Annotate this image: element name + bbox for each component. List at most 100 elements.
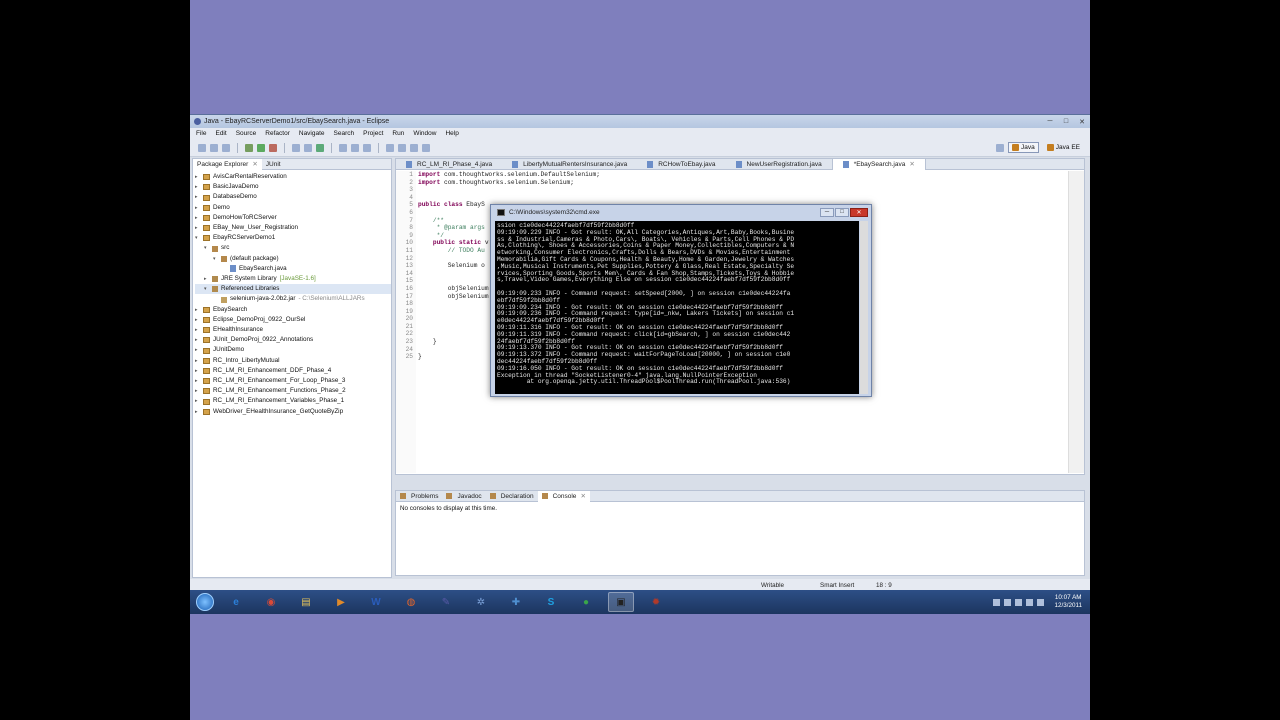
tab-declaration[interactable]: Declaration <box>486 491 538 502</box>
expand-toggle-icon[interactable]: ▸ <box>195 396 203 406</box>
show-hidden-icons-icon[interactable] <box>993 598 1001 606</box>
expand-toggle-icon[interactable]: ▸ <box>195 305 203 315</box>
expand-toggle-icon[interactable]: ▸ <box>195 223 203 233</box>
tree-item[interactable]: ▸ AvisCarRentalReservation <box>195 172 391 182</box>
volume-icon[interactable] <box>1037 598 1045 606</box>
new-class-icon[interactable] <box>316 143 324 152</box>
tree-item[interactable]: ▸ EbaySearch <box>195 305 391 315</box>
tree-item[interactable]: ▾ EbayRCServerDemo1 <box>195 233 391 243</box>
tree-item[interactable]: ▾ src <box>195 243 391 253</box>
expand-toggle-icon[interactable]: ▾ <box>204 243 212 253</box>
close-icon[interactable]: ✕ <box>909 160 914 168</box>
tree-item[interactable]: ▸ RC_LM_RI_Enhancement_Functions_Phase_2 <box>195 386 391 396</box>
toggle-mark-icon[interactable] <box>363 143 371 152</box>
expand-toggle-icon[interactable]: ▸ <box>195 386 203 396</box>
menu-project[interactable]: Project <box>363 130 383 137</box>
tree-item[interactable]: ▸ Eclipse_DemoProj_0922_OurSel <box>195 315 391 325</box>
cmd-console-output[interactable]: ssion c1e0dec44224faebf7df59f2bb8d0ff 09:… <box>495 221 859 394</box>
expand-toggle-icon[interactable]: ▸ <box>195 345 203 355</box>
tab-problems[interactable]: Problems <box>396 491 442 502</box>
menu-source[interactable]: Source <box>236 130 257 137</box>
network-icon[interactable]: ✲ <box>468 592 494 612</box>
save-icon[interactable] <box>210 143 218 152</box>
expand-toggle-icon[interactable]: ▾ <box>213 254 221 264</box>
editor-tab[interactable]: LibertyMutualRentersInsurance.java <box>502 159 637 170</box>
tools-icon[interactable]: ✚ <box>503 592 529 612</box>
menu-refactor[interactable]: Refactor <box>265 130 290 137</box>
minimize-button[interactable]: ─ <box>1042 117 1058 127</box>
flag-icon[interactable] <box>1004 598 1012 606</box>
menu-help[interactable]: Help <box>445 130 458 137</box>
window-titlebar[interactable]: Java - EbayRCServerDemo1/src/EbaySearch.… <box>190 115 1090 128</box>
cmd-close-button[interactable]: ✕ <box>850 207 868 217</box>
expand-toggle-icon[interactable]: ▸ <box>195 203 203 213</box>
previous-annotation-icon[interactable] <box>398 143 406 152</box>
network-tray-icon[interactable] <box>1026 598 1034 606</box>
tab-package-explorer[interactable]: Package Explorer ✕ <box>193 158 262 170</box>
expand-toggle-icon[interactable]: ▾ <box>204 284 212 294</box>
java-ee-perspective[interactable]: Java EE <box>1043 142 1084 153</box>
expand-toggle-icon[interactable]: ▸ <box>195 366 203 376</box>
close-icon[interactable]: ✕ <box>580 492 585 500</box>
expand-toggle-icon[interactable]: ▾ <box>195 233 203 243</box>
open-perspective-icon[interactable] <box>996 143 1005 152</box>
menu-search[interactable]: Search <box>334 130 355 137</box>
explorer-folder-icon[interactable]: ▤ <box>293 592 319 612</box>
editor-tab[interactable]: *EbaySearch.java ✕ <box>831 158 926 170</box>
tree-item[interactable]: ▸ Demo <box>195 203 391 213</box>
tree-item[interactable]: ▸ JUnit_DemoProj_0922_Annotations <box>195 335 391 345</box>
tree-item[interactable]: ▸ RC_Intro_LibertyMutual <box>195 356 391 366</box>
start-button[interactable] <box>196 593 214 611</box>
cmd-titlebar[interactable]: C:\Windows\system32\cmd.exe ─ □ ✕ <box>491 205 871 219</box>
menu-navigate[interactable]: Navigate <box>299 130 325 137</box>
expand-toggle-icon[interactable]: ▸ <box>195 407 203 417</box>
tab-console[interactable]: Console ✕ <box>537 490 590 502</box>
expand-toggle-icon[interactable]: ▸ <box>204 274 212 284</box>
skype-icon[interactable]: S <box>538 592 564 612</box>
forward-icon[interactable] <box>422 143 430 152</box>
expand-toggle-icon[interactable]: ▸ <box>195 376 203 386</box>
editor-tab[interactable]: RCHowToEbay.java <box>637 159 725 170</box>
cmd-icon[interactable]: ▣ <box>608 592 634 612</box>
maximize-button[interactable]: □ <box>1058 117 1074 127</box>
tree-item[interactable]: ▸ EBay_New_User_Registration <box>195 223 391 233</box>
ie-icon[interactable]: e <box>223 592 249 612</box>
expand-toggle-icon[interactable]: ▸ <box>195 356 203 366</box>
java-perspective[interactable]: Java <box>1008 142 1039 153</box>
tab-junit[interactable]: JUnit <box>262 159 285 170</box>
tab-javadoc[interactable]: Javadoc <box>442 491 485 502</box>
tree-item[interactable]: ▸ DemoHowToRCServer <box>195 213 391 223</box>
expand-toggle-icon[interactable]: ▸ <box>195 192 203 202</box>
debug-icon[interactable] <box>245 143 253 152</box>
tree-item[interactable]: ▸ RC_LM_RI_Enhancement_DDF_Phase_4 <box>195 366 391 376</box>
tree-item[interactable]: ▸ EHealthInsurance <box>195 325 391 335</box>
next-annotation-icon[interactable] <box>386 143 394 152</box>
tree-item[interactable]: EbaySearch.java <box>195 264 391 274</box>
tree-item[interactable]: ▸ RC_LM_RI_Enhancement_For_Loop_Phase_3 <box>195 376 391 386</box>
tree-item[interactable]: ▾ (default package) <box>195 254 391 264</box>
cmd-maximize-button[interactable]: □ <box>835 207 849 217</box>
tree-item[interactable]: ▸ JUnitDemo <box>195 345 391 355</box>
clock[interactable]: 10:07 AM 12/3/2011 <box>1054 594 1082 610</box>
tree-item[interactable]: ▾ Referenced Libraries <box>195 284 391 295</box>
tree-item[interactable]: ▸ DatabaseDemo <box>195 192 391 202</box>
new-icon[interactable] <box>198 143 206 152</box>
display-icon[interactable] <box>1015 598 1023 606</box>
run-icon[interactable] <box>257 143 265 152</box>
editor-scrollbar[interactable] <box>1068 171 1084 473</box>
chrome-icon[interactable]: ◉ <box>258 592 284 612</box>
tree-item[interactable]: ▸ JRE System Library [JavaSE-1.6] <box>195 274 391 284</box>
menu-file[interactable]: File <box>196 130 206 137</box>
expand-toggle-icon[interactable]: ▸ <box>195 335 203 345</box>
menu-run[interactable]: Run <box>392 130 404 137</box>
expand-toggle-icon[interactable]: ▸ <box>195 325 203 335</box>
eclipse-icon[interactable]: ✎ <box>433 592 459 612</box>
open-type-icon[interactable] <box>339 143 347 152</box>
expand-toggle-icon[interactable]: ▸ <box>195 315 203 325</box>
tree-item[interactable]: ▸ WebDriver_EHealthInsurance_GetQuoteByZi… <box>195 407 391 417</box>
menu-edit[interactable]: Edit <box>215 130 226 137</box>
search-icon[interactable] <box>351 143 359 152</box>
tree-item[interactable]: selenium-java-2.0b2.jar - C:\Selenium\ALL… <box>195 294 391 304</box>
expand-toggle-icon[interactable]: ▸ <box>195 182 203 192</box>
print-icon[interactable] <box>222 143 230 152</box>
